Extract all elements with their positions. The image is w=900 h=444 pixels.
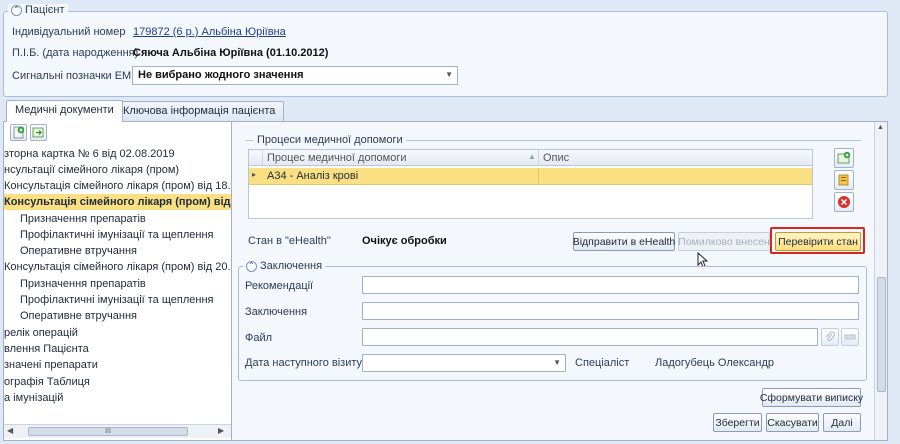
file-label: Файл [245,332,273,344]
clear-file-button[interactable] [841,328,859,346]
tab-medical-documents-label: Медичні документи [15,104,114,116]
tree-item[interactable]: Призначення препаратів [20,276,146,292]
next-visit-date-input[interactable]: ▼ [362,354,566,372]
patient-section-title: Пацієнт [25,4,65,16]
tree-item[interactable]: Профілактичні імунізації та щеплення [20,292,214,308]
attach-file-button[interactable] [821,328,839,346]
tab-key-info-label: Ключова інформація пацієнта [123,105,276,117]
export-document-button[interactable] [30,124,47,141]
tree-item[interactable]: Оперативне втручання [20,243,137,259]
sort-arrow-icon: ▲ [528,152,536,161]
row-marker: ▸ [252,170,257,179]
tree-item[interactable]: Профілактичні імунізації та щеплення [20,227,214,243]
delete-icon [838,196,850,208]
tree-item[interactable]: значені препарати [4,357,98,373]
chevron-down-icon[interactable]: ▼ [553,358,561,367]
tree-item[interactable]: а імунізацій [4,390,63,406]
tree-horizontal-scrollbar[interactable]: ◀ III ▶ [4,424,231,438]
chevron-down-icon: ▼ [445,70,453,79]
scroll-up-icon[interactable]: ▲ [877,124,884,131]
tree-item[interactable]: Оперативне втручання [20,308,137,324]
collapse-icon[interactable]: ⌃ [246,260,257,272]
tree-item[interactable]: влення Пацієнта [4,341,89,357]
tab-medical-documents[interactable]: Медичні документи [6,100,123,122]
processes-grid-header: Процес медичної допомоги ▲ Опис [249,150,812,166]
signals-label: Сигнальні позначки ЕМК [12,70,138,82]
next-visit-label: Дата наступного візиту [245,357,362,369]
tree-item-selected[interactable]: Консультація сімейного лікаря (пром) від… [4,194,231,210]
conclusion-section-title: Заключення [260,260,323,272]
add-document-button[interactable] [10,124,27,141]
send-to-ehealth-button[interactable]: Відправити в eHealth [573,232,675,251]
patient-name-label: П.І.Б. (дата народження) [12,47,139,59]
scroll-right-icon[interactable]: ▶ [218,426,224,435]
row-process-cell: А34 - Аналіз крові [267,170,359,182]
processes-section-title: Процеси медичної допомоги [254,134,406,146]
save-button[interactable]: Зберегти [713,413,762,432]
patient-id-link[interactable]: 179872 (6 р.) Альбіна Юріївна [133,26,286,38]
conclusion-section-header[interactable]: ⌃ Заключення [243,260,326,272]
tree-item[interactable]: релік операцій [4,325,78,341]
recommendations-label: Рекомендації [245,280,314,292]
patient-section-header[interactable]: ⌃ Пацієнт [8,4,68,16]
generate-extract-button[interactable]: Сформувати виписку [760,388,863,407]
conclusion-label: Заключення [245,306,308,318]
collapse-icon[interactable]: ⌃ [11,4,22,16]
processes-grid[interactable]: Процес медичної допомоги ▲ Опис ▸ А34 - … [248,149,813,219]
eraser-icon [844,334,856,340]
delete-process-button[interactable] [834,192,854,212]
recommendations-input[interactable] [362,276,859,294]
ehealth-status-label: Стан в "eHealth" [248,235,331,247]
scroll-thumb[interactable]: III [28,427,188,436]
document-vertical-scrollbar[interactable]: ▲ [874,122,887,440]
table-row[interactable]: ▸ А34 - Аналіз крові [249,168,812,185]
add-process-icon [837,151,851,164]
mistaken-entry-button[interactable]: Помилково внесен [678,232,770,251]
grid-column-divider [538,150,539,166]
check-status-button[interactable]: Перевірити стан [775,232,861,251]
tree-item[interactable]: Консультація сімейного лікаря (пром) від… [4,178,231,194]
specialist-value: Ладогубець Олександр [655,357,775,369]
row-column-divider [538,168,539,185]
signals-select[interactable]: Не вибрано жодного значення ▼ [132,66,458,85]
add-document-icon [13,126,25,139]
paperclip-icon [826,331,835,342]
tree-item[interactable]: Консультація сімейного лікаря (пром) від… [4,259,231,275]
scroll-left-icon[interactable]: ◀ [7,426,13,435]
tree-panel: зторна картка № 6 від 02.08.2019 нсульта… [4,122,232,440]
vertical-scroll-thumb[interactable] [877,277,886,392]
tree-item[interactable]: зторна картка № 6 від 02.08.2019 [4,146,175,162]
scroll-thumb-grip: III [105,428,111,435]
edit-process-button[interactable] [834,170,854,190]
tab-key-info[interactable]: Ключова інформація пацієнта [114,101,285,121]
add-process-button[interactable] [834,148,854,168]
tree-item[interactable]: ографія Таблиця [4,374,90,390]
edit-process-icon [838,174,849,186]
grid-header-indicator-cell [249,150,263,166]
specialist-label: Спеціаліст [575,357,630,369]
patient-name-value: Сяюча Альбіна Юріївна (01.10.2012) [133,47,329,59]
patient-id-label: Індивідуальний номер [12,26,126,38]
col-description-header[interactable]: Опис [543,152,569,164]
tree-item[interactable]: нсультації сімейного лікаря (пром) [4,162,179,178]
next-button[interactable]: Далі [823,413,861,432]
file-input[interactable] [362,328,818,346]
export-document-icon [32,127,44,138]
conclusion-input[interactable] [362,302,859,320]
cancel-button[interactable]: Скасувати [766,413,819,432]
tree-item[interactable]: Призначення препаратів [20,211,146,227]
ehealth-status-value: Очікує обробки [362,235,447,247]
signals-select-value: Не вибрано жодного значення [138,69,304,81]
col-process-header[interactable]: Процес медичної допомоги [267,152,406,164]
